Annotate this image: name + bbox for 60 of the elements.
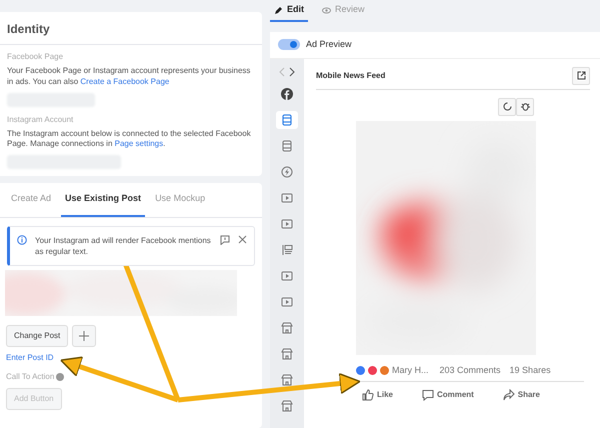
add-button[interactable] (72, 325, 96, 348)
reactor-name: Mary H... (392, 364, 429, 377)
speech-bubble-icon (422, 389, 434, 401)
facebook-icon (281, 88, 293, 100)
change-post-button[interactable]: Change Post (6, 325, 68, 348)
shop-icon (281, 348, 293, 360)
open-external-button[interactable] (572, 66, 590, 84)
preview-title: Mobile News Feed (316, 70, 386, 82)
post-action-button[interactable]: Share (496, 387, 546, 403)
toggle-label: Ad Preview (306, 38, 352, 51)
external-link-icon (576, 71, 586, 80)
field-label: Facebook Page (7, 51, 64, 63)
heart-reaction-icon (368, 366, 377, 375)
plus-icon (79, 330, 90, 341)
review-icon (322, 6, 331, 14)
thumbs-up-icon (362, 389, 374, 401)
section-title: Identity (0, 12, 262, 45)
video-icon (281, 192, 293, 204)
field-label: Instagram Account (7, 114, 74, 126)
create-page-link[interactable]: Create a Facebook Page (80, 76, 170, 86)
video-icon (281, 218, 293, 230)
video-icon (281, 296, 293, 308)
info-icon (17, 234, 27, 245)
edit-icon (274, 6, 283, 14)
post-tab[interactable]: Use Mockup (151, 183, 210, 217)
emoji-reaction-icon (380, 366, 389, 375)
post-tab[interactable]: Create Ad (7, 183, 56, 217)
close-icon[interactable] (238, 234, 247, 244)
shop-icon (281, 322, 293, 334)
shop-icon (281, 374, 293, 386)
top-tab[interactable]: Review (318, 0, 369, 22)
share-arrow-icon (502, 389, 515, 401)
comment-count: 203 Comments (440, 364, 501, 376)
placement-tab[interactable] (276, 110, 298, 128)
shop-icon (281, 400, 293, 412)
refresh-icon (502, 102, 512, 111)
bug-report-button[interactable] (516, 98, 534, 116)
feed-icon (281, 114, 293, 126)
text-layout-icon (281, 244, 293, 256)
like-reaction-icon (356, 366, 365, 375)
page-settings-link[interactable]: Page settings (114, 139, 164, 148)
post-action-button[interactable]: Comment (416, 387, 480, 403)
notice-text: Your Instagram ad will render Facebook mentions as regular text. (35, 234, 212, 258)
post-action-button[interactable]: Like (356, 387, 400, 403)
description-text: Your Facebook Page or Instagram account represents your business in ads. You can also Create a Facebook Page (7, 66, 252, 88)
feed-icon (281, 140, 293, 152)
chevron-right-icon[interactable] (289, 66, 295, 76)
lightning-icon (281, 166, 293, 178)
toggle-switch[interactable] (278, 39, 300, 50)
enter-post-id-link[interactable]: Enter Post ID (6, 353, 54, 362)
field-label: Call To Action (6, 371, 54, 384)
refresh-button[interactable] (498, 98, 516, 116)
share-count: 19 Shares (510, 364, 551, 376)
help-icon[interactable] (56, 373, 64, 382)
bug-icon (520, 102, 530, 111)
feedback-icon[interactable] (220, 234, 230, 245)
description-text: The Instagram account below is connected to the selected Facebook Page. Manage connections in Page settings. (7, 128, 252, 150)
video-icon (281, 270, 293, 282)
post-tab[interactable]: Use Existing Post (61, 183, 146, 217)
top-tab[interactable]: Edit (270, 0, 308, 22)
